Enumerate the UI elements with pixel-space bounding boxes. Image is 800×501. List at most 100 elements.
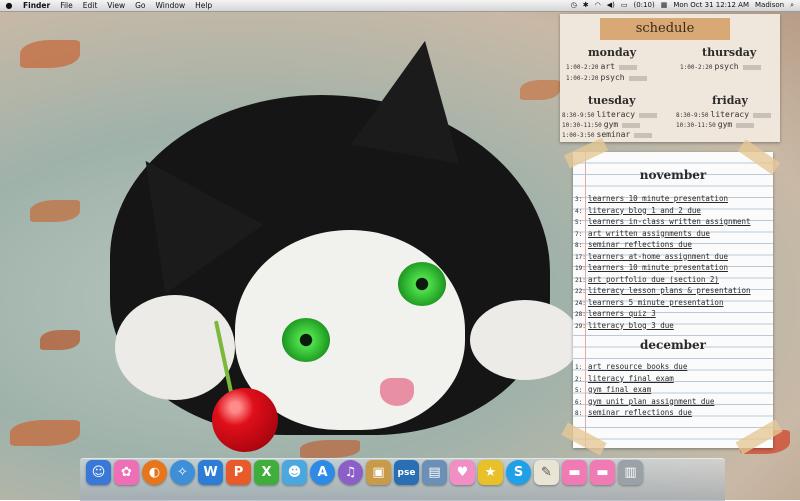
- item-text: literacy blog 1 and 2 due: [588, 205, 701, 215]
- menu-edit[interactable]: Edit: [78, 0, 103, 11]
- schedule-row: 8:30-9:50 literacy: [562, 110, 658, 119]
- list-item: 2: literacy final exam: [575, 374, 674, 383]
- schedule-row: 8:30-9:50 literacy: [676, 110, 772, 119]
- schedule-row: 1:00-2:20 psych: [680, 62, 761, 71]
- finder-icon[interactable]: ☺: [86, 460, 111, 485]
- list-item: 5: learners in-class written assignment: [575, 217, 751, 226]
- item-date: 21:: [575, 276, 586, 284]
- itunes-icon[interactable]: ♫: [338, 460, 363, 485]
- menu-help[interactable]: Help: [190, 0, 217, 11]
- item-date: 1:: [575, 364, 583, 371]
- flower-app-icon[interactable]: ✿: [114, 460, 139, 485]
- app-store-icon[interactable]: A: [310, 460, 335, 485]
- item-date: 22:: [575, 288, 586, 295]
- downloads-folder-icon[interactable]: ▬: [562, 460, 587, 485]
- powerpoint-icon[interactable]: P: [226, 460, 251, 485]
- list-item: 28: learners quiz 3: [575, 309, 656, 318]
- item-text: learners quiz 3: [588, 309, 656, 318]
- user-menu[interactable]: Madison: [755, 0, 784, 11]
- item-date: 8:: [575, 410, 583, 417]
- messenger-icon[interactable]: ☻: [282, 460, 307, 485]
- schedule-row: 10:30-11:50 gym: [676, 120, 755, 129]
- cat-paw-left: [115, 295, 235, 400]
- item-date: 28:: [575, 311, 586, 318]
- item-text: learners 5 minute presentation: [588, 297, 724, 307]
- dock-icons: ☺ ✿ ◐ ✧ W P X ☻ A ♫ ▣ pse ▤ ♥ ★ S ✎ ▬ ▬ ▥: [86, 460, 643, 485]
- documents-folder-icon[interactable]: ▬: [590, 460, 615, 485]
- schedule-row: 1:00-2:20 art: [566, 62, 637, 71]
- cat-ear-right: [350, 31, 480, 164]
- list-item: 1: art resource books due: [575, 362, 687, 371]
- schedule-tuesday: tuesday: [588, 94, 636, 107]
- list-item: 3: learners 10 minute presentation: [575, 194, 728, 203]
- cat-nose: [380, 378, 414, 406]
- battery-time[interactable]: (0:10): [634, 0, 655, 11]
- month-december: december: [639, 338, 706, 352]
- item-text: seminar reflections due: [588, 240, 692, 249]
- item-text: literacy blog 3 due: [588, 320, 674, 330]
- volume-icon[interactable]: ◀): [607, 0, 615, 11]
- item-text: art written assignments due: [588, 228, 710, 238]
- textedit-icon[interactable]: ✎: [534, 460, 559, 485]
- list-item: 29: literacy blog 3 due: [575, 321, 674, 330]
- cat-paw-right: [470, 300, 580, 380]
- flag-icon[interactable]: ▦: [661, 0, 668, 11]
- schedule-friday: friday: [712, 94, 748, 107]
- item-text: gym final exam: [588, 385, 652, 394]
- schedule-title: schedule: [600, 18, 730, 40]
- list-item: 21: art portfolio due (section 2): [575, 275, 719, 284]
- list-item: 8: seminar reflections due: [575, 240, 692, 249]
- item-text: art resource books due: [588, 362, 688, 371]
- item-text: seminar reflections due: [588, 408, 692, 417]
- list-item: 5: gym final exam: [575, 385, 651, 394]
- item-text: literacy final exam: [588, 373, 674, 383]
- cat-eye-right: [398, 262, 446, 306]
- item-date: 19:: [575, 265, 586, 272]
- menu-bar: ● Finder File Edit View Go Window Help ◷…: [0, 0, 800, 12]
- safari-icon[interactable]: ✧: [170, 460, 195, 485]
- clock[interactable]: Mon Oct 31 12:12 AM: [673, 0, 749, 11]
- skype-icon[interactable]: S: [506, 460, 531, 485]
- item-date: 4:: [575, 207, 583, 215]
- item-text: gym unit plan assignment due: [588, 396, 715, 406]
- spotlight-icon[interactable]: ⌕: [790, 0, 794, 11]
- menu-window[interactable]: Window: [151, 0, 191, 11]
- battery-icon[interactable]: ▭: [621, 0, 628, 11]
- apple-menu-icon[interactable]: ●: [0, 0, 18, 11]
- bluetooth-icon[interactable]: ✱: [583, 0, 589, 11]
- list-item: 19: learners 10 minute presentation: [575, 263, 728, 272]
- schedule-monday: monday: [588, 46, 637, 59]
- item-text: learners at-home assignment due: [588, 251, 728, 261]
- time-machine-icon[interactable]: ◷: [571, 0, 577, 11]
- menu-file[interactable]: File: [55, 0, 78, 11]
- preview-icon[interactable]: ▤: [422, 460, 447, 485]
- cherry: [212, 388, 278, 452]
- cupcake-icon[interactable]: ♥: [450, 460, 475, 485]
- firefox-icon[interactable]: ◐: [142, 460, 167, 485]
- word-icon[interactable]: W: [198, 460, 223, 485]
- list-item: 22: literacy lesson plans & presentation: [575, 286, 751, 295]
- excel-icon[interactable]: X: [254, 460, 279, 485]
- schedule-row: 10:30-11:50 gym: [562, 120, 641, 129]
- menu-go[interactable]: Go: [130, 0, 150, 11]
- badge-icon[interactable]: ★: [478, 460, 503, 485]
- item-date: 24:: [575, 299, 586, 307]
- menu-view[interactable]: View: [102, 0, 130, 11]
- item-date: 29:: [575, 322, 586, 330]
- item-text: learners in-class written assignment: [588, 217, 751, 226]
- wifi-icon[interactable]: ◠: [595, 0, 601, 11]
- list-item: 6: gym unit plan assignment due: [575, 397, 714, 406]
- list-item: 24: learners 5 minute presentation: [575, 298, 723, 307]
- item-date: 5:: [575, 219, 583, 226]
- schedule-note: schedule monday 1:00-2:20 art 1:00-2:20 ps…: [560, 14, 780, 142]
- schedule-row: 1:00-3:50 seminar: [562, 130, 653, 139]
- item-date: 6:: [575, 398, 583, 406]
- photoshop-elements-icon[interactable]: pse: [394, 460, 419, 485]
- assignments-note: november 3: learners 10 minute presentati…: [573, 152, 773, 448]
- item-text: learners 10 minute presentation: [588, 194, 728, 203]
- item-text: literacy lesson plans & presentation: [588, 286, 751, 295]
- menu-finder[interactable]: Finder: [18, 0, 55, 11]
- trash-icon[interactable]: ▥: [618, 460, 643, 485]
- photo-icon[interactable]: ▣: [366, 460, 391, 485]
- list-item: 17: learners at-home assignment due: [575, 252, 728, 261]
